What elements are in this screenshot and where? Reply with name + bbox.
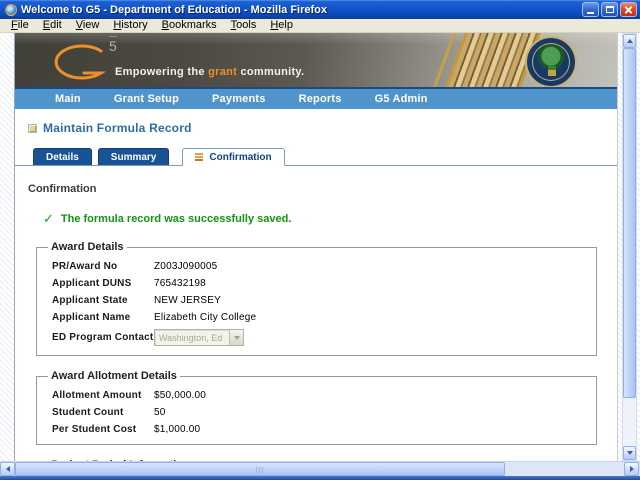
field-value: $50,000.00 (154, 390, 207, 401)
award-details-legend: Award Details (51, 241, 124, 253)
window-title: Welcome to G5 - Department of Education … (21, 3, 327, 16)
tab-confirmation[interactable]: Confirmation (182, 148, 285, 166)
field-label: Applicant Name (52, 312, 131, 323)
field-value: 765432198 (154, 278, 206, 289)
award-allotment-section: Award Allotment Details Allotment Amount… (36, 370, 597, 445)
scroll-left-button[interactable] (0, 462, 15, 476)
dropdown-arrow-icon (229, 330, 243, 345)
field-row-applicant-state: Applicant State NEW JERSEY (52, 295, 588, 306)
field-row-student-count: Student Count 50 (52, 407, 588, 418)
field-value: 50 (154, 407, 166, 418)
field-row-allotment-amount: Allotment Amount $50,000.00 (52, 390, 588, 401)
window-controls (582, 2, 637, 17)
field-row-applicant-name: Applicant Name Elizabeth City College (52, 312, 588, 323)
menu-view[interactable]: View (69, 19, 107, 32)
field-row-applicant-duns: Applicant DUNS 765432198 (52, 278, 588, 289)
vertical-scroll-thumb[interactable] (623, 48, 636, 399)
tagline-post: community. (237, 66, 305, 78)
tab-active-icon (195, 153, 204, 161)
menu-file[interactable]: File (4, 19, 36, 32)
field-value: Z003J090005 (154, 261, 218, 272)
award-allotment-legend: Award Allotment Details (51, 370, 177, 382)
scroll-right-button[interactable] (624, 462, 639, 476)
tab-summary[interactable]: Summary (97, 148, 170, 165)
field-label: Student Count (52, 407, 124, 418)
horizontal-scroll-thumb[interactable] (15, 462, 505, 476)
success-message-text: The formula record was successfully save… (60, 213, 292, 225)
success-message: ✓ The formula record was successfully sa… (43, 211, 617, 227)
navbar: Main Grant Setup Payments Reports G5 Adm… (15, 89, 617, 109)
g5-logo-g-icon (54, 44, 107, 80)
scroll-down-button[interactable] (623, 446, 636, 460)
field-row-per-student-cost: Per Student Cost $1,000.00 (52, 424, 588, 435)
vertical-scrollbar[interactable] (622, 33, 637, 461)
confirmation-heading: Confirmation (28, 183, 97, 195)
menu-bookmarks[interactable]: Bookmarks (155, 19, 224, 32)
minimize-button[interactable] (582, 2, 599, 17)
nav-reports[interactable]: Reports (299, 93, 342, 105)
page-bullet-icon (28, 123, 37, 133)
field-value: $1,000.00 (154, 424, 201, 435)
minimize-icon (587, 12, 594, 14)
tagline-pre: Empowering the (115, 66, 209, 78)
field-label: PR/Award No (52, 261, 118, 272)
field-value: Elizabeth City College (154, 312, 257, 323)
menu-edit[interactable]: Edit (36, 19, 69, 32)
tab-confirmation-label: Confirmation (209, 151, 272, 163)
maximize-button[interactable] (601, 2, 618, 17)
browser-viewport: 5 Empowering the grant community. Main G… (0, 33, 640, 461)
right-arrow-icon (629, 466, 634, 472)
vertical-scroll-track[interactable] (623, 48, 636, 446)
nav-main[interactable]: Main (55, 93, 81, 105)
menu-help[interactable]: Help (263, 19, 300, 32)
field-label: Applicant DUNS (52, 278, 132, 289)
menu-tools[interactable]: Tools (224, 19, 264, 32)
tab-bar: Details Summary Confirmation (15, 148, 617, 166)
check-icon: ✓ (43, 211, 54, 226)
window-bottom-border (0, 476, 640, 480)
tagline-highlight: grant (208, 66, 238, 78)
down-arrow-icon (626, 451, 633, 455)
close-icon (624, 5, 633, 14)
ed-program-contact-value: Washington, Ed (159, 332, 223, 343)
field-label: ED Program Contact (52, 332, 154, 343)
g5-logo: 5 (49, 36, 119, 82)
nav-payments[interactable]: Payments (212, 93, 266, 105)
award-details-section: Award Details PR/Award No Z003J090005 Ap… (36, 241, 597, 356)
ed-program-contact-select[interactable]: Washington, Ed (154, 329, 244, 346)
left-arrow-icon (5, 466, 10, 472)
field-label: Per Student Cost (52, 424, 137, 435)
field-label: Allotment Amount (52, 390, 142, 401)
firefox-icon (5, 3, 17, 16)
field-row-pr-award-no: PR/Award No Z003J090005 (52, 261, 588, 272)
page-title: Maintain Formula Record (43, 121, 192, 135)
g5-logo-5: 5 (109, 36, 117, 54)
banner-tagline: Empowering the grant community. (115, 66, 304, 78)
g5-banner: 5 Empowering the grant community. (15, 33, 617, 87)
horizontal-scrollbar[interactable] (0, 461, 640, 476)
up-arrow-icon (626, 39, 633, 43)
education-seal-icon (525, 36, 577, 87)
maximize-icon (605, 6, 614, 13)
tab-details[interactable]: Details (33, 148, 92, 165)
titlebar: Welcome to G5 - Department of Education … (0, 0, 640, 19)
nav-g5-admin[interactable]: G5 Admin (375, 93, 428, 105)
close-button[interactable] (620, 2, 637, 17)
field-label: Applicant State (52, 295, 128, 306)
g5-page: 5 Empowering the grant community. Main G… (14, 33, 618, 461)
scroll-up-button[interactable] (623, 34, 636, 48)
menu-history[interactable]: History (106, 19, 154, 32)
page-title-row: Maintain Formula Record (28, 121, 617, 135)
nav-grant-setup[interactable]: Grant Setup (114, 93, 179, 105)
firefox-window: Welcome to G5 - Department of Education … (0, 0, 640, 480)
field-value: NEW JERSEY (154, 295, 222, 306)
field-row-ed-program-contact: ED Program Contact Washington, Ed (52, 329, 588, 346)
menubar: File Edit View History Bookmarks Tools H… (0, 19, 640, 33)
